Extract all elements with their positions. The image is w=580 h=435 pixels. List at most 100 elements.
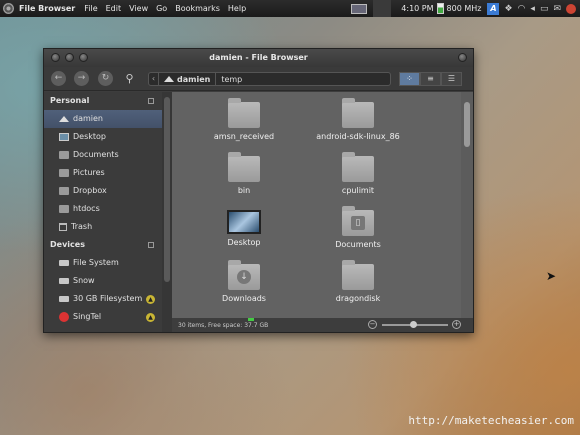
icon-view-icon[interactable]: ⁘ bbox=[399, 72, 420, 86]
list-view-icon[interactable]: ≡ bbox=[420, 72, 441, 86]
wifi-icon[interactable]: ◠ bbox=[518, 4, 526, 14]
eject-icon[interactable]: ▲ bbox=[146, 295, 155, 304]
menu-edit[interactable]: Edit bbox=[106, 4, 122, 13]
folder-icon bbox=[59, 205, 69, 213]
eject-icon[interactable]: ▲ bbox=[146, 313, 155, 322]
collapse-icon[interactable] bbox=[148, 98, 154, 104]
maximize-icon[interactable] bbox=[79, 53, 88, 62]
sidebar-item-label: File System bbox=[73, 258, 119, 267]
file-label: dragondisk bbox=[335, 294, 381, 303]
file-view-scrollbar[interactable] bbox=[461, 92, 473, 318]
close-icon[interactable] bbox=[51, 53, 60, 62]
drive-icon bbox=[59, 278, 69, 284]
sidebar-item-singtel[interactable]: SingTel ▲ bbox=[44, 308, 162, 326]
workspace-switcher-2[interactable] bbox=[373, 0, 392, 17]
menu-help[interactable]: Help bbox=[228, 4, 246, 13]
back-icon[interactable]: ← bbox=[51, 71, 66, 86]
folder-icon bbox=[228, 152, 260, 182]
folder-icon bbox=[59, 169, 69, 177]
sidebar-item-desktop[interactable]: Desktop bbox=[44, 128, 162, 146]
sidebar-item-30gb-filesystem[interactable]: 30 GB Filesystem ▲ bbox=[44, 290, 162, 308]
volume-icon[interactable]: ◂ bbox=[530, 4, 535, 14]
menu-view[interactable]: View bbox=[129, 4, 148, 13]
minimize-icon[interactable] bbox=[65, 53, 74, 62]
window-menu-icon[interactable] bbox=[458, 53, 467, 62]
folder-icon bbox=[59, 151, 69, 159]
breadcrumb: ‹ damien temp bbox=[148, 72, 391, 86]
sidebar-item-htdocs[interactable]: htdocs bbox=[44, 200, 162, 218]
sidebar-item-label: Snow bbox=[73, 276, 95, 285]
menu-bookmarks[interactable]: Bookmarks bbox=[175, 4, 220, 13]
scrollbar-thumb[interactable] bbox=[164, 97, 170, 282]
file-item-bin[interactable]: bin bbox=[184, 152, 304, 195]
app-name[interactable]: File Browser bbox=[19, 4, 75, 13]
clock[interactable]: 4:10 PM bbox=[401, 4, 433, 13]
breadcrumb-temp[interactable]: temp bbox=[216, 75, 247, 84]
breadcrumb-left-arrow-icon[interactable]: ‹ bbox=[149, 73, 159, 85]
breadcrumb-damien[interactable]: damien bbox=[159, 73, 217, 85]
workspace-switcher[interactable] bbox=[351, 3, 368, 14]
menu-go[interactable]: Go bbox=[156, 4, 167, 13]
window-titlebar[interactable]: damien - File Browser bbox=[44, 49, 473, 67]
home-icon bbox=[59, 116, 69, 122]
folder-icon bbox=[342, 152, 374, 182]
sidebar-scrollbar[interactable] bbox=[162, 92, 172, 332]
file-item-documents[interactable]: Documents bbox=[298, 206, 418, 249]
reload-icon[interactable]: ↻ bbox=[98, 71, 113, 86]
file-label: android-sdk-linux_86 bbox=[316, 132, 400, 141]
trash-icon bbox=[59, 223, 67, 231]
file-label: Desktop bbox=[227, 238, 261, 247]
sidebar-item-pictures[interactable]: Pictures bbox=[44, 164, 162, 182]
file-view: amsn_received android-sdk-linux_86 bin c… bbox=[172, 92, 473, 318]
search-icon[interactable]: ⚲ bbox=[122, 71, 137, 86]
mouse-cursor-icon: ➤ bbox=[546, 269, 557, 283]
breadcrumb-damien-label: damien bbox=[177, 74, 211, 84]
sidebar-item-label: damien bbox=[73, 114, 103, 123]
accessibility-icon[interactable]: A bbox=[487, 2, 500, 15]
memory-monitor-icon[interactable] bbox=[436, 3, 444, 14]
zoom-in-icon[interactable]: + bbox=[452, 320, 461, 329]
zoom-slider-handle[interactable] bbox=[410, 321, 417, 328]
sidebar-item-snow[interactable]: Snow bbox=[44, 272, 162, 290]
file-item-desktop[interactable]: Desktop bbox=[184, 210, 304, 247]
toolbar: ← → ↻ ⚲ ‹ damien temp ⁘ ≡ ☰ bbox=[44, 67, 473, 91]
sidebar-item-label: Dropbox bbox=[73, 186, 107, 195]
forward-icon[interactable]: → bbox=[74, 71, 89, 86]
compact-view-icon[interactable]: ☰ bbox=[441, 72, 462, 86]
file-item-cpulimit[interactable]: cpulimit bbox=[298, 152, 418, 195]
file-label: Downloads bbox=[222, 294, 266, 303]
drive-icon bbox=[59, 296, 69, 302]
file-item-dragondisk[interactable]: dragondisk bbox=[298, 260, 418, 303]
scrollbar-thumb[interactable] bbox=[464, 102, 470, 147]
top-panel: File Browser File Edit View Go Bookmarks… bbox=[0, 0, 580, 17]
file-label: bin bbox=[237, 186, 251, 195]
app-menu-icon[interactable] bbox=[3, 3, 14, 14]
sidebar-item-documents[interactable]: Documents bbox=[44, 146, 162, 164]
sidebar: Personal damien Desktop Documents Pictur… bbox=[44, 92, 162, 332]
cpu-frequency[interactable]: 800 MHz bbox=[447, 4, 482, 13]
sidebar-item-damien[interactable]: damien bbox=[44, 110, 162, 128]
zoom-control: − + bbox=[368, 320, 461, 330]
sidebar-item-trash[interactable]: Trash bbox=[44, 218, 162, 236]
system-tray: 4:10 PM 800 MHz A ❖ ◠ ◂ ▭ ✉ bbox=[351, 0, 580, 17]
desktop-icon bbox=[59, 133, 69, 141]
folder-icon bbox=[228, 98, 260, 128]
mail-icon[interactable]: ✉ bbox=[553, 4, 561, 14]
zoom-out-icon[interactable]: − bbox=[368, 320, 377, 329]
file-item-android-sdk[interactable]: android-sdk-linux_86 bbox=[298, 98, 418, 141]
sidebar-item-file-system[interactable]: File System bbox=[44, 254, 162, 272]
menu-file[interactable]: File bbox=[84, 4, 97, 13]
battery-icon[interactable]: ▭ bbox=[540, 4, 549, 14]
file-browser-window: damien - File Browser ← → ↻ ⚲ ‹ damien t… bbox=[43, 48, 474, 333]
sidebar-item-dropbox[interactable]: Dropbox bbox=[44, 182, 162, 200]
sidebar-item-label: htdocs bbox=[73, 204, 100, 213]
file-item-downloads[interactable]: Downloads bbox=[184, 260, 304, 303]
sidebar-item-label: Trash bbox=[71, 222, 93, 231]
power-icon[interactable] bbox=[566, 3, 576, 14]
drive-icon bbox=[59, 260, 69, 266]
downloads-folder-icon bbox=[228, 260, 260, 290]
file-item-amsn-received[interactable]: amsn_received bbox=[184, 98, 304, 141]
dropbox-icon[interactable]: ❖ bbox=[504, 4, 512, 14]
sidebar-item-label: 30 GB Filesystem bbox=[73, 294, 143, 303]
collapse-icon[interactable] bbox=[148, 242, 154, 248]
